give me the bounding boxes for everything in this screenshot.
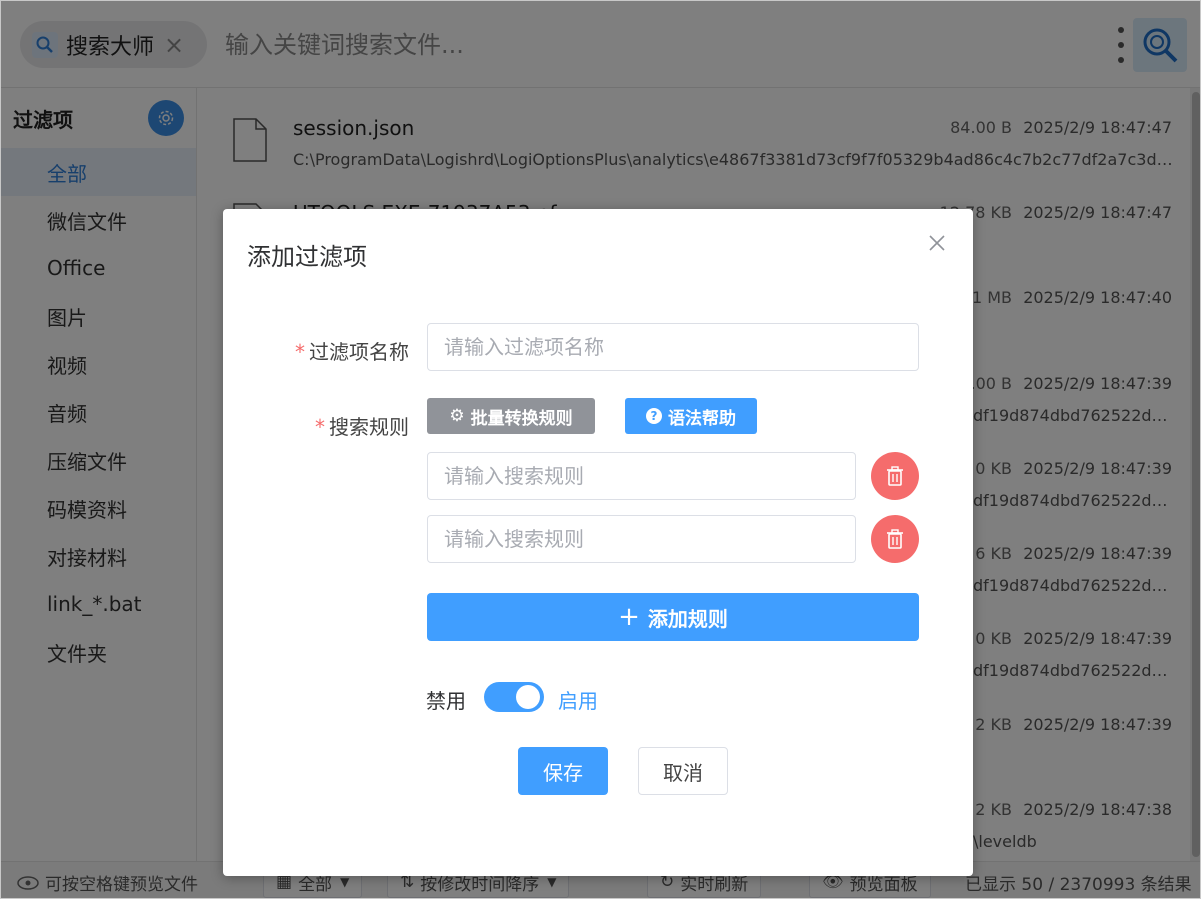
question-icon: ? bbox=[646, 408, 662, 424]
enable-switch[interactable] bbox=[484, 682, 544, 712]
rule-input-1[interactable] bbox=[427, 452, 856, 500]
plus-icon: + bbox=[618, 602, 640, 632]
cancel-button[interactable]: 取消 bbox=[638, 747, 728, 795]
gear-icon: ⚙ bbox=[449, 406, 465, 426]
app-window: 搜索大师 × 过滤项 全部 微信文件 Office 图片 视频 音频 压缩文件 … bbox=[0, 0, 1201, 899]
filter-name-input[interactable] bbox=[427, 323, 919, 371]
delete-rule-button[interactable] bbox=[871, 452, 919, 500]
close-icon[interactable] bbox=[923, 229, 951, 257]
dialog-title: 添加过滤项 bbox=[247, 243, 367, 271]
add-rule-button[interactable]: + 添加规则 bbox=[427, 593, 919, 641]
rule-input-2[interactable] bbox=[427, 515, 856, 563]
trash-icon bbox=[887, 529, 903, 549]
name-label: * 过滤项名称 bbox=[295, 340, 409, 364]
rules-label: * 搜索规则 bbox=[315, 415, 409, 439]
add-filter-dialog: 添加过滤项 *过滤项名称 *搜索规则 ⚙ 批量转换规则 ? 语法帮助 + 添加规… bbox=[223, 209, 973, 876]
switch-on-label: 启用 bbox=[558, 689, 598, 713]
batch-convert-button[interactable]: ⚙ 批量转换规则 bbox=[427, 398, 595, 434]
delete-rule-button[interactable] bbox=[871, 515, 919, 563]
save-button[interactable]: 保存 bbox=[518, 747, 608, 795]
switch-knob bbox=[516, 685, 540, 709]
switch-off-label: 禁用 bbox=[426, 689, 466, 713]
syntax-help-button[interactable]: ? 语法帮助 bbox=[625, 398, 757, 434]
trash-icon bbox=[887, 466, 903, 486]
